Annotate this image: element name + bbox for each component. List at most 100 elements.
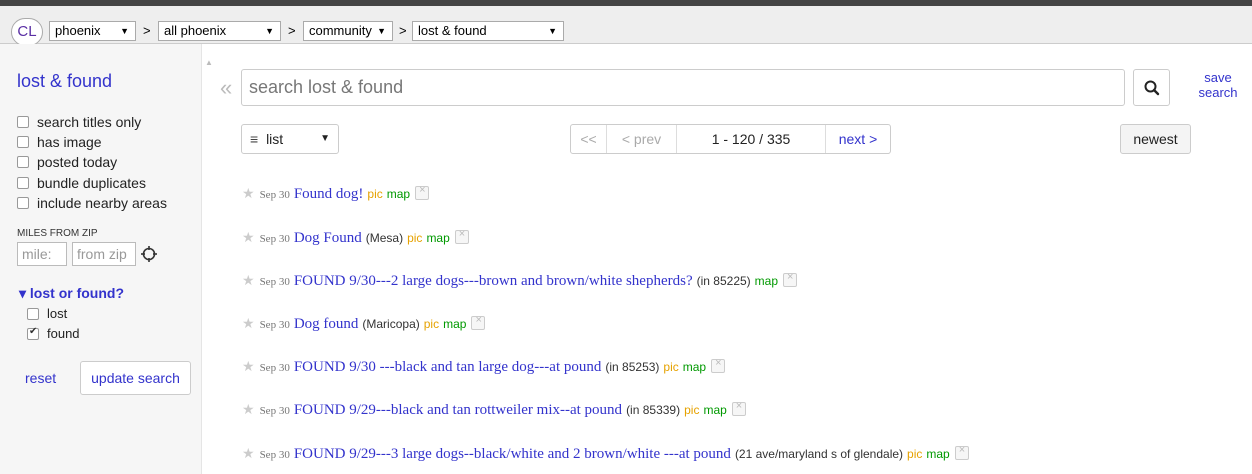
list-icon: ≡ xyxy=(250,131,259,147)
listing-title-link[interactable]: FOUND 9/29---3 large dogs--black/white a… xyxy=(294,446,731,463)
option-label: posted today xyxy=(37,154,118,170)
hide-listing-icon[interactable] xyxy=(783,271,798,287)
listing-row: ★ Sep 30 FOUND 9/29---black and tan rott… xyxy=(242,400,746,420)
map-link[interactable]: map xyxy=(703,403,726,417)
listing-date: Sep 30 xyxy=(259,276,290,288)
star-icon[interactable]: ★ xyxy=(242,185,255,202)
checkbox-checked[interactable] xyxy=(27,326,39,340)
category-select[interactable]: community ▼ xyxy=(303,21,393,41)
area-select-label: all phoenix xyxy=(164,23,227,38)
breadcrumb-separator: > xyxy=(288,23,296,38)
chevron-down-icon: ▼ xyxy=(377,26,386,36)
collapse-sidebar-icon[interactable]: « xyxy=(220,76,232,100)
listing-row: ★ Sep 30 Found dog! pic map xyxy=(242,184,430,204)
listing-date: Sep 30 xyxy=(259,449,290,461)
sidebar: lost & found search titles only has imag… xyxy=(0,44,202,474)
map-link[interactable]: map xyxy=(683,360,706,374)
locate-icon[interactable] xyxy=(141,246,157,262)
chevron-down-icon: ▼ xyxy=(320,133,330,144)
listing-date: Sep 30 xyxy=(259,233,290,245)
subcategory-select[interactable]: lost & found ▼ xyxy=(412,21,564,41)
view-mode-label: list xyxy=(266,131,284,147)
checkbox[interactable] xyxy=(17,156,29,168)
found-option[interactable]: found xyxy=(27,326,80,341)
listing-title-link[interactable]: FOUND 9/30---2 large dogs---brown and br… xyxy=(294,273,693,290)
hide-listing-icon[interactable] xyxy=(471,314,486,330)
update-search-button[interactable]: update search xyxy=(80,361,191,395)
prev-page-button[interactable]: < prev xyxy=(607,125,677,153)
listing-date: Sep 30 xyxy=(259,189,290,201)
checkbox[interactable] xyxy=(17,197,29,209)
reset-link[interactable]: reset xyxy=(25,370,56,386)
listing-row: ★ Sep 30 Dog found (Maricopa) pic map xyxy=(242,314,486,334)
next-page-button[interactable]: next > xyxy=(826,125,890,153)
include-nearby-option[interactable]: include nearby areas xyxy=(17,195,167,211)
pic-tag: pic xyxy=(407,231,423,245)
sidebar-title: lost & found xyxy=(17,71,113,91)
star-icon[interactable]: ★ xyxy=(242,229,255,246)
checkbox[interactable] xyxy=(17,177,29,189)
listing-title-link[interactable]: FOUND 9/30 ---black and tan large dog---… xyxy=(294,359,602,376)
category-select-label: community xyxy=(309,23,372,38)
map-link[interactable]: map xyxy=(755,274,778,288)
star-icon[interactable]: ★ xyxy=(242,401,255,418)
scroll-up-arrow-icon[interactable]: ▲ xyxy=(205,58,213,67)
map-link[interactable]: map xyxy=(926,447,949,461)
star-icon[interactable]: ★ xyxy=(242,358,255,375)
listing-date: Sep 30 xyxy=(259,319,290,331)
lost-or-found-toggle[interactable]: ▾ lost or found? xyxy=(19,285,124,302)
posted-today-option[interactable]: posted today xyxy=(17,154,117,170)
miles-input[interactable]: mile: xyxy=(17,242,67,266)
city-select[interactable]: phoenix ▼ xyxy=(49,21,136,41)
first-page-button[interactable]: << xyxy=(571,125,607,153)
city-select-label: phoenix xyxy=(55,23,101,38)
star-icon[interactable]: ★ xyxy=(242,272,255,289)
listing-title-link[interactable]: Found dog! xyxy=(294,186,364,203)
hide-listing-icon[interactable] xyxy=(731,400,746,416)
option-label: found xyxy=(47,326,80,341)
has-image-option[interactable]: has image xyxy=(17,134,102,150)
checkbox[interactable] xyxy=(17,116,29,128)
chevron-down-icon: ▼ xyxy=(548,26,557,36)
save-search-link[interactable]: save search xyxy=(1196,70,1240,100)
zip-input[interactable]: from zip xyxy=(72,242,136,266)
top-bar: CL phoenix ▼ > all phoenix ▼ > community… xyxy=(0,0,1252,46)
listing-row: ★ Sep 30 FOUND 9/29---3 large dogs--blac… xyxy=(242,444,969,464)
listing-title-link[interactable]: FOUND 9/29---black and tan rottweiler mi… xyxy=(294,402,622,419)
bundle-duplicates-option[interactable]: bundle duplicates xyxy=(17,175,146,191)
checkbox[interactable] xyxy=(27,307,39,320)
map-link[interactable]: map xyxy=(426,231,449,245)
star-icon[interactable]: ★ xyxy=(242,315,255,332)
listing-date: Sep 30 xyxy=(259,362,290,374)
search-input[interactable]: search lost & found xyxy=(241,69,1125,106)
listing-location: (in 85225) xyxy=(696,274,751,288)
subcategory-select-label: lost & found xyxy=(418,23,487,38)
hide-listing-icon[interactable] xyxy=(415,184,430,200)
area-select[interactable]: all phoenix ▼ xyxy=(158,21,281,41)
hide-listing-icon[interactable] xyxy=(454,228,469,244)
listing-date: Sep 30 xyxy=(259,405,290,417)
listing-location: (Maricopa) xyxy=(362,317,420,331)
map-link[interactable]: map xyxy=(443,317,466,331)
hide-listing-icon[interactable] xyxy=(711,357,726,373)
search-button[interactable] xyxy=(1133,69,1170,106)
search-icon xyxy=(1144,80,1160,96)
map-link[interactable]: map xyxy=(387,187,410,201)
listing-title-link[interactable]: Dog found xyxy=(294,316,359,333)
lost-option[interactable]: lost xyxy=(27,306,67,321)
sort-newest-button[interactable]: newest xyxy=(1120,124,1191,154)
hide-listing-icon[interactable] xyxy=(954,444,969,460)
listing-title-link[interactable]: Dog Found xyxy=(294,230,362,247)
checkbox[interactable] xyxy=(17,136,29,148)
listing-row: ★ Sep 30 FOUND 9/30---2 large dogs---bro… xyxy=(242,271,798,291)
pic-tag: pic xyxy=(907,447,923,461)
search-titles-only-option[interactable]: search titles only xyxy=(17,114,141,130)
listing-location: (in 85339) xyxy=(626,403,681,417)
pagination: << < prev 1 - 120 / 335 next > xyxy=(570,124,891,154)
view-mode-select[interactable]: ≡ list ▼ xyxy=(241,124,339,154)
option-label: lost xyxy=(47,306,68,321)
star-icon[interactable]: ★ xyxy=(242,445,255,462)
pic-tag: pic xyxy=(367,187,383,201)
option-label: bundle duplicates xyxy=(37,175,146,191)
craigslist-logo[interactable]: CL xyxy=(11,18,43,46)
